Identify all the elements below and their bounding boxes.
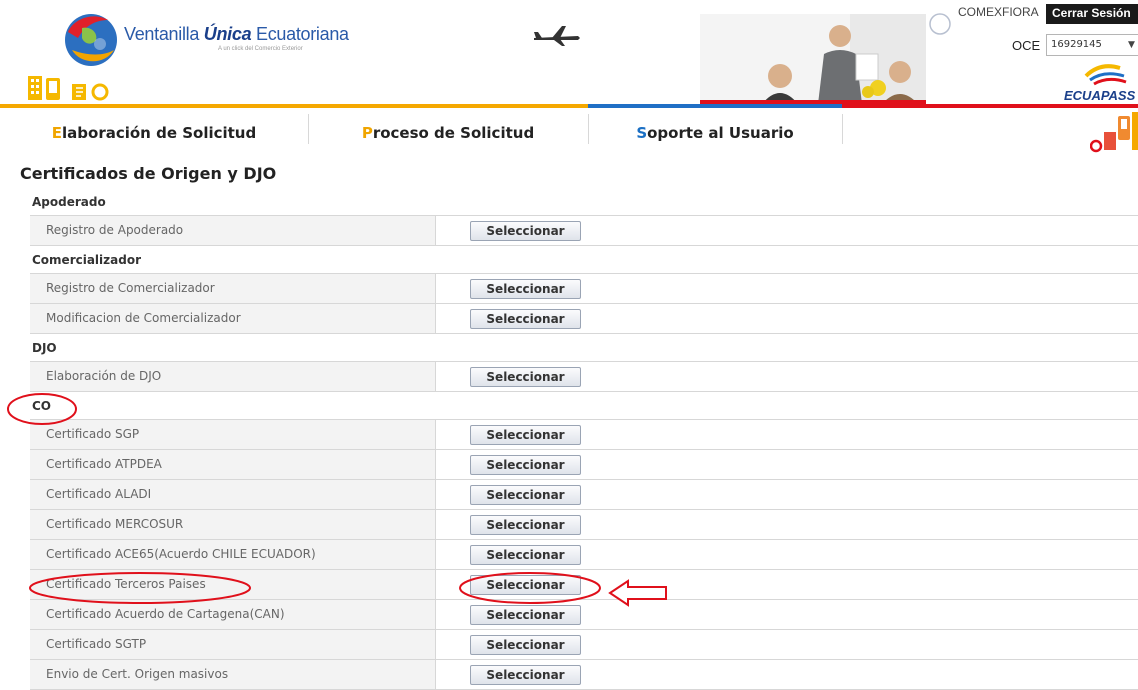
nav-item-initial: P xyxy=(361,124,373,142)
certificate-option-label: Certificado MERCOSUR xyxy=(30,510,436,539)
nav-item-proceso-de-solicitud[interactable]: Proceso de Solicitud xyxy=(308,108,588,154)
table-row: Registro de Apoderado Seleccionar xyxy=(30,216,1138,246)
certificate-option-label: Registro de Apoderado xyxy=(30,216,436,245)
table-row: Certificado Acuerdo de Cartagena(CAN) Sel… xyxy=(30,600,1138,630)
page-title: Certificados de Origen y DJO xyxy=(20,164,277,183)
certificate-options-table: Apoderado Registro de Apoderado Selecciona… xyxy=(30,188,1138,690)
group-header: Comercializador xyxy=(30,246,1138,274)
nav-divider xyxy=(842,114,843,144)
select-button[interactable]: Seleccionar xyxy=(470,279,581,299)
certificate-option-label: Registro de Comercializador xyxy=(30,274,436,303)
table-row: Certificado MERCOSUR Seleccionar xyxy=(30,510,1138,540)
group-header: CO xyxy=(30,392,1138,420)
select-button[interactable]: Seleccionar xyxy=(470,485,581,505)
svg-text:ECUAPASS: ECUAPASS xyxy=(1064,88,1136,102)
select-button[interactable]: Seleccionar xyxy=(470,221,581,241)
clock-icon xyxy=(929,13,951,35)
certificate-option-label: Certificado SGTP xyxy=(30,630,436,659)
certificate-option-label: Elaboración de DJO xyxy=(30,362,436,391)
select-button[interactable]: Seleccionar xyxy=(470,605,581,625)
chevron-down-icon[interactable]: ▼ xyxy=(1128,40,1135,50)
nav-item-elaboracion-de-solicitud[interactable]: Elaboración de Solicitud xyxy=(0,108,308,154)
table-row: Elaboración de DJO Seleccionar xyxy=(30,362,1138,392)
select-button[interactable]: Seleccionar xyxy=(470,635,581,655)
select-button[interactable]: Seleccionar xyxy=(470,367,581,387)
certificate-option-label: Certificado Terceros Paises xyxy=(30,570,436,599)
logo-subtitle: A un click del Comercio Exterior xyxy=(218,46,303,52)
table-row: Certificado ALADI Seleccionar xyxy=(30,480,1138,510)
certificate-option-label: Certificado ACE65(Acuerdo CHILE ECUADOR) xyxy=(30,540,436,569)
user-name: COMEXFIORA xyxy=(958,5,1039,19)
table-row: Modificacion de Comercializador Seleccion… xyxy=(30,304,1138,334)
select-button[interactable]: Seleccionar xyxy=(470,545,581,565)
table-row: Envio de Cert. Origen masivos Seleccionar xyxy=(30,660,1138,690)
select-button[interactable]: Seleccionar xyxy=(470,515,581,535)
certificate-option-label: Envio de Cert. Origen masivos xyxy=(30,660,436,689)
nav-item-label: oporte al Usuario xyxy=(647,124,794,142)
select-button[interactable]: Seleccionar xyxy=(470,455,581,475)
ecuapass-logo: ECUAPASS xyxy=(1064,64,1136,102)
oce-label: OCE xyxy=(1012,38,1041,53)
certificate-option-label: Certificado SGP xyxy=(30,420,436,449)
header: Ventanilla Única Ecuatoriana A un click … xyxy=(0,0,1138,104)
table-row: Certificado SGP Seleccionar xyxy=(30,420,1138,450)
decorative-nav-icons xyxy=(1090,112,1138,153)
table-row: Registro de Comercializador Seleccionar xyxy=(30,274,1138,304)
oce-select[interactable]: 16929145 xyxy=(1046,34,1138,56)
select-button[interactable]: Seleccionar xyxy=(470,425,581,445)
nav-item-soporte-al-usuario[interactable]: Soporte al Usuario xyxy=(588,108,842,154)
table-row: Certificado ACE65(Acuerdo CHILE ECUADOR)… xyxy=(30,540,1138,570)
decorative-office-icons xyxy=(28,76,109,101)
airplane-icon xyxy=(534,26,580,46)
select-button[interactable]: Seleccionar xyxy=(470,665,581,685)
table-row: Certificado SGTP Seleccionar xyxy=(30,630,1138,660)
certificate-option-label: Certificado ATPDEA xyxy=(30,450,436,479)
select-button[interactable]: Seleccionar xyxy=(470,575,581,595)
table-row: Certificado ATPDEA Seleccionar xyxy=(30,450,1138,480)
logo-title: Ventanilla Única Ecuatoriana xyxy=(124,24,349,44)
certificate-option-label: Certificado ALADI xyxy=(30,480,436,509)
nav-item-initial: S xyxy=(636,124,648,142)
certificate-option-label: Modificacion de Comercializador xyxy=(30,304,436,333)
logout-button[interactable]: Cerrar Sesión xyxy=(1046,4,1138,24)
table-row: Certificado Terceros Paises Seleccionar xyxy=(30,570,1138,600)
ventanilla-globe-logo-icon xyxy=(65,14,117,66)
main-navigation: Elaboración de Solicitud Proceso de Soli… xyxy=(0,104,1138,154)
nav-item-label: roceso de Solicitud xyxy=(372,124,535,142)
nav-item-initial: E xyxy=(51,124,63,142)
group-header: Apoderado xyxy=(30,188,1138,216)
business-people-banner-image xyxy=(700,14,926,104)
group-header: DJO xyxy=(30,334,1138,362)
nav-item-label: laboración de Solicitud xyxy=(62,124,257,142)
select-button[interactable]: Seleccionar xyxy=(470,309,581,329)
certificate-option-label: Certificado Acuerdo de Cartagena(CAN) xyxy=(30,600,436,629)
